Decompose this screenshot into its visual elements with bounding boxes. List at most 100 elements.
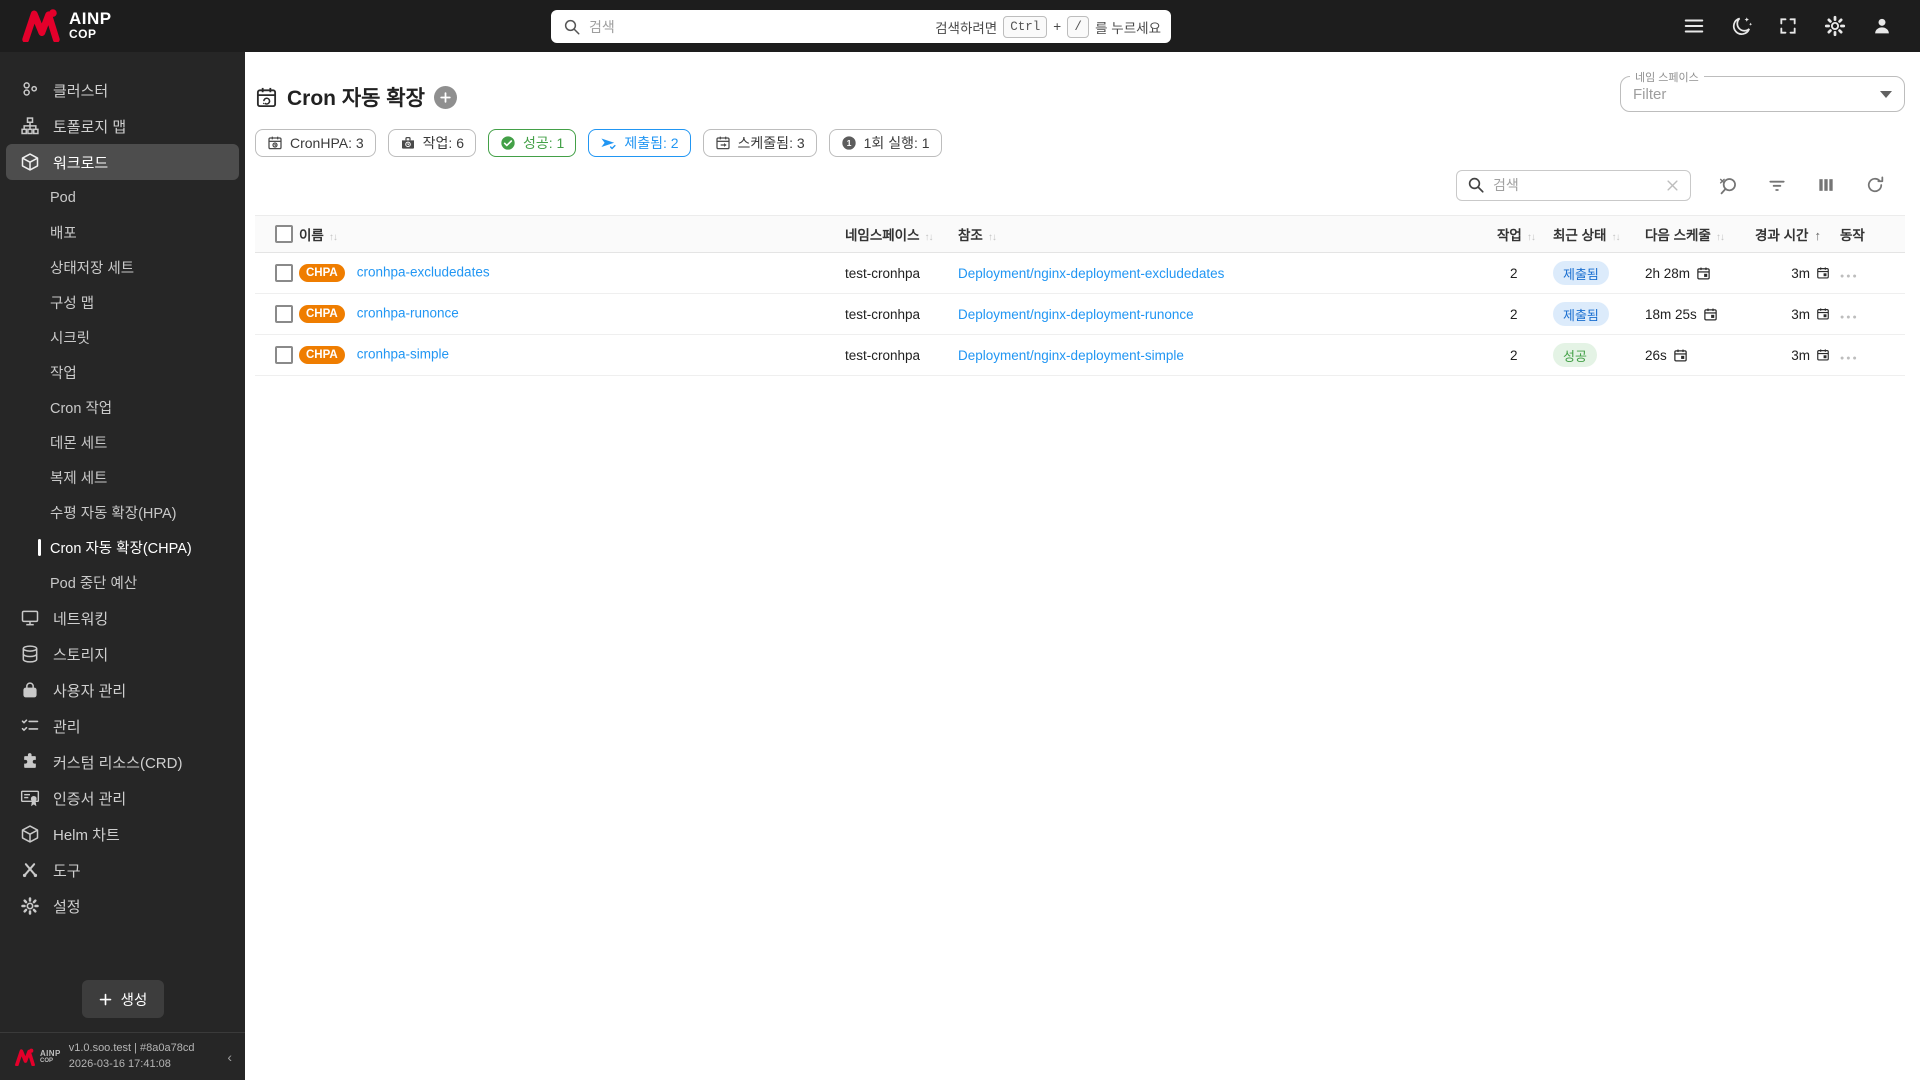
- sidebar-item-certificates[interactable]: 인증서 관리: [0, 780, 245, 816]
- sidebar-item-tools[interactable]: 도구: [0, 852, 245, 888]
- table-row: CHPA cronhpa-excludedates test-cronhpa De…: [255, 252, 1905, 294]
- elapsed-value: 3m: [1791, 306, 1810, 322]
- row-checkbox[interactable]: [275, 346, 293, 364]
- column-header-namespace[interactable]: 네임스페이스 ↑↓: [845, 215, 958, 253]
- sidebar: 클러스터 토폴로지 맵 워크로드 Pod 배포 상태저장 세트 구성 맵 시크릿…: [0, 52, 245, 1080]
- sidebar-item-deployments[interactable]: 배포: [0, 215, 245, 250]
- sidebar-item-management[interactable]: 관리: [0, 708, 245, 744]
- chip-jobs-count[interactable]: 작업: 6: [387, 129, 476, 157]
- chip-submitted-count[interactable]: 제출됨: 2: [588, 129, 691, 157]
- account-icon[interactable]: [1870, 14, 1894, 38]
- calendar-icon: [1674, 349, 1687, 361]
- sidebar-item-chpa-active[interactable]: Cron 자동 확장(CHPA): [0, 530, 245, 565]
- row-actions-menu-icon[interactable]: ●●●: [1840, 355, 1859, 362]
- gear-icon[interactable]: [1823, 14, 1847, 38]
- global-search-input[interactable]: 검색 검색하려면 Ctrl + / 를 누르세요: [551, 10, 1171, 43]
- sidebar-item-cluster[interactable]: 클러스터: [0, 72, 245, 108]
- namespace-filter-select[interactable]: 네임 스페이스 Filter: [1620, 69, 1905, 112]
- jobs-cell: 2: [1490, 252, 1553, 294]
- chip-run-once-count[interactable]: 1 1회 실행: 1: [828, 129, 942, 157]
- calendar-arrow-icon: [715, 136, 730, 150]
- sort-icon: ↑↓: [987, 232, 997, 243]
- slash-keycap: /: [1067, 15, 1090, 38]
- column-header-status[interactable]: 최근 상태 ↑↓: [1553, 215, 1645, 253]
- column-header-jobs[interactable]: 작업 ↑↓: [1490, 215, 1553, 253]
- reference-link[interactable]: Deployment/nginx-deployment-runonce: [958, 307, 1194, 322]
- sidebar-nav: 클러스터 토폴로지 맵 워크로드 Pod 배포 상태저장 세트 구성 맵 시크릿…: [0, 52, 245, 968]
- workloads-icon: [20, 152, 40, 172]
- jobs-cell: 2: [1490, 334, 1553, 376]
- cronhpa-name-link[interactable]: cronhpa-excludedates: [357, 265, 490, 280]
- sidebar-item-replicasets[interactable]: 복제 세트: [0, 460, 245, 495]
- reference-link[interactable]: Deployment/nginx-deployment-simple: [958, 348, 1184, 363]
- cronhpa-name-link[interactable]: cronhpa-runonce: [357, 306, 459, 321]
- fullscreen-icon[interactable]: [1776, 14, 1800, 38]
- advanced-search-icon[interactable]: [1716, 173, 1740, 197]
- reference-link[interactable]: Deployment/nginx-deployment-excludedates: [958, 266, 1224, 281]
- dark-mode-icon[interactable]: [1729, 14, 1753, 38]
- sidebar-item-pod-disruption-budget[interactable]: Pod 중단 예산: [0, 565, 245, 600]
- sidebar-item-statefulsets[interactable]: 상태저장 세트: [0, 250, 245, 285]
- cronhpa-name-link[interactable]: cronhpa-simple: [357, 347, 449, 362]
- column-header-name[interactable]: 이름 ↑↓: [299, 215, 845, 253]
- create-button[interactable]: 생성: [81, 980, 164, 1018]
- row-checkbox[interactable]: [275, 264, 293, 282]
- sidebar-item-helm-charts[interactable]: Helm 차트: [0, 816, 245, 852]
- send-icon: [601, 138, 616, 149]
- sidebar-item-pod[interactable]: Pod: [0, 180, 245, 215]
- sort-icon: ↑↓: [1526, 232, 1536, 243]
- cronhpa-table: 이름 ↑↓ 네임스페이스 ↑↓ 참조 ↑↓ 작업 ↑↓ 최근 상태 ↑↓ 다음 스케줄 ↑↓…: [255, 215, 1905, 376]
- chevron-down-icon: [1880, 90, 1892, 98]
- sidebar-item-label: 스토리지: [53, 646, 109, 664]
- column-header-reference[interactable]: 참조 ↑↓: [958, 215, 1490, 253]
- plus-icon: [440, 91, 451, 103]
- column-header-next-schedule[interactable]: 다음 스케줄 ↑↓: [1645, 215, 1755, 253]
- sidebar-footer: AINP COP v1.0.soo.test | #8a0a78cd 2026-0…: [0, 1032, 245, 1080]
- build-timestamp: 2026-03-16 17:41:08: [68, 1057, 171, 1070]
- chip-scheduled-count[interactable]: 스케줄됨: 3: [702, 129, 817, 157]
- sidebar-item-jobs[interactable]: 작업: [0, 355, 245, 390]
- sidebar-item-workloads[interactable]: 워크로드: [6, 144, 239, 180]
- chip-cronhpa-count[interactable]: CronHPA: 3: [255, 129, 376, 157]
- sidebar-item-hpa[interactable]: 수평 자동 확장(HPA): [0, 495, 245, 530]
- sort-icon: ↑↓: [328, 232, 338, 243]
- run-once-icon: 1: [841, 136, 856, 150]
- clear-search-icon[interactable]: [1665, 178, 1680, 193]
- app-logo-text: AINP COP: [69, 9, 112, 41]
- refresh-icon[interactable]: [1863, 173, 1887, 197]
- elapsed-value: 3m: [1791, 347, 1810, 363]
- sidebar-item-cronjobs[interactable]: Cron 작업: [0, 390, 245, 425]
- calendar-clock-icon: [268, 136, 282, 150]
- sidebar-item-user-management[interactable]: 사용자 관리: [0, 672, 245, 708]
- version-text: v1.0.soo.test | #8a0a78cd: [68, 1041, 195, 1054]
- row-checkbox[interactable]: [275, 305, 293, 323]
- table-row: CHPA cronhpa-simple test-cronhpa Deployme…: [255, 334, 1905, 376]
- sidebar-item-daemonsets[interactable]: 데몬 세트: [0, 425, 245, 460]
- table-search-placeholder: 검색: [1493, 177, 1519, 193]
- sidebar-item-label: 사용자 관리: [53, 682, 127, 700]
- sidebar-collapse-icon[interactable]: ‹: [224, 1049, 235, 1065]
- row-actions-menu-icon[interactable]: ●●●: [1840, 273, 1859, 280]
- select-all-checkbox[interactable]: [275, 225, 293, 243]
- app-logo[interactable]: AINP COP: [22, 8, 112, 42]
- table-search-input[interactable]: 검색: [1456, 169, 1691, 201]
- column-header-elapsed[interactable]: 경과 시간 ↑: [1755, 215, 1840, 253]
- columns-icon[interactable]: [1814, 173, 1838, 197]
- cluster-icon: [20, 80, 40, 100]
- search-icon: [564, 19, 580, 34]
- add-cronhpa-button[interactable]: [433, 85, 457, 109]
- filter-icon[interactable]: [1765, 173, 1789, 197]
- row-actions-menu-icon[interactable]: ●●●: [1840, 314, 1859, 321]
- sidebar-item-settings[interactable]: 설정: [0, 888, 245, 924]
- sidebar-item-topology-map[interactable]: 토폴로지 맵: [0, 108, 245, 144]
- sidebar-item-storage[interactable]: 스토리지: [0, 636, 245, 672]
- cron-autoscale-icon: [256, 87, 277, 107]
- lock-icon: [20, 680, 40, 700]
- sidebar-item-custom-resources[interactable]: 커스텀 리소스(CRD): [0, 744, 245, 780]
- sidebar-item-networking[interactable]: 네트워킹: [0, 600, 245, 636]
- chip-success-count[interactable]: 성공: 1: [488, 129, 577, 157]
- menu-icon[interactable]: [1682, 14, 1706, 38]
- sidebar-item-configmaps[interactable]: 구성 맵: [0, 285, 245, 320]
- sidebar-item-secrets[interactable]: 시크릿: [0, 320, 245, 355]
- sidebar-item-label: 토폴로지 맵: [53, 118, 127, 136]
